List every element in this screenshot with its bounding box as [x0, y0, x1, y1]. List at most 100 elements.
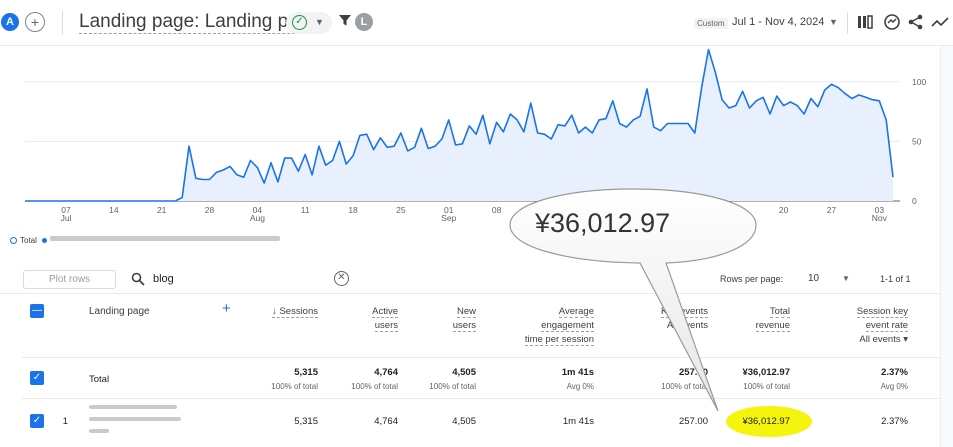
total-avg-sub: Avg 0%	[566, 382, 594, 391]
account-avatar[interactable]: A	[1, 13, 19, 31]
rows-per-page-label: Rows per page:	[720, 274, 784, 284]
total-revenue-header[interactable]: Total revenue	[730, 305, 790, 333]
revenue-label-2: revenue	[755, 320, 790, 332]
x-tick-label: 21	[157, 205, 167, 215]
x-tick-label: 11	[301, 205, 310, 215]
y-tick-label: 0	[912, 196, 917, 206]
row-checkbox[interactable]: ✓	[30, 414, 44, 428]
total-revenue: ¥36,012.97	[742, 367, 790, 378]
y-tick-label: 100	[912, 77, 926, 87]
x-tick-label: 14	[109, 205, 119, 215]
page-title[interactable]: Landing page: Landing page	[79, 11, 320, 34]
x-tick-sublabel: Sep	[441, 213, 456, 223]
revenue-label-1: Total	[769, 306, 790, 318]
landing-page-header[interactable]: Landing page	[89, 305, 150, 319]
row-new: 4,505	[452, 416, 476, 427]
total-skr-sub: Avg 0%	[880, 382, 908, 391]
skr-label-2: event rate	[865, 320, 908, 332]
total-label: Total	[89, 374, 110, 385]
sessions-header[interactable]: ↓ Sessions	[246, 305, 318, 319]
redacted-text[interactable]	[89, 405, 177, 409]
custom-badge: Custom	[694, 18, 728, 29]
skr-filter[interactable]: All events ▾	[859, 334, 908, 345]
avg-label-3: time per session	[524, 334, 594, 346]
redacted-text	[49, 236, 280, 241]
new-users-label-1: New	[456, 306, 476, 318]
divider	[847, 12, 848, 34]
divider	[22, 357, 940, 358]
new-users-header[interactable]: New users	[410, 305, 476, 333]
y-tick-label: 50	[912, 136, 922, 146]
redacted-text[interactable]	[89, 429, 109, 433]
chevron-down-icon: ▼	[315, 17, 324, 27]
chart-legend: Total	[10, 236, 280, 245]
plot-rows-button[interactable]: Plot rows	[23, 270, 116, 289]
row-skr: 2.37%	[881, 416, 908, 427]
legend-ring-icon	[10, 237, 17, 244]
trend-icon[interactable]	[931, 13, 949, 31]
avg-engagement-header[interactable]: Average engagement time per session	[500, 305, 594, 347]
total-active: 4,764	[374, 367, 398, 378]
avg-label-2: engagement	[541, 320, 594, 332]
x-tick-sublabel: Jul	[61, 213, 72, 223]
row-key: 257.00	[678, 416, 708, 427]
sessions-header-label: ↓ Sessions	[272, 306, 318, 318]
legend-total: Total	[20, 236, 37, 245]
search-input[interactable]: blog	[153, 273, 174, 285]
search-icon[interactable]	[131, 272, 145, 286]
date-range[interactable]: Jul 1 - Nov 4, 2024	[732, 16, 824, 28]
chevron-down-icon[interactable]: ▼	[842, 274, 850, 283]
row-avg: 1m 41s	[562, 416, 594, 427]
add-dimension-button[interactable]: +	[222, 301, 231, 316]
x-tick-label: 18	[348, 205, 358, 215]
total-active-sub: 100% of total	[351, 382, 398, 391]
legend-dot-icon	[41, 238, 47, 243]
x-tick-sublabel: Aug	[250, 213, 265, 223]
insights-icon[interactable]	[883, 13, 901, 31]
active-users-label-2: users	[374, 320, 398, 332]
session-key-rate-header[interactable]: Session key event rate All events ▾	[820, 305, 908, 347]
new-users-label-2: users	[452, 320, 476, 332]
x-tick-label: 20	[779, 205, 789, 215]
x-tick-label: 08	[492, 205, 502, 215]
series-area	[25, 49, 893, 201]
avg-label-1: Average	[558, 306, 594, 318]
chevron-down-icon[interactable]: ▼	[829, 17, 838, 27]
total-sessions-sub: 100% of total	[271, 382, 318, 391]
active-users-label-1: Active	[372, 306, 398, 318]
clear-search-icon[interactable]: ✕	[334, 271, 349, 286]
x-tick-label: 27	[827, 205, 837, 215]
rows-per-page-select[interactable]: 10	[808, 273, 819, 284]
total-new: 4,505	[452, 367, 476, 378]
x-tick-label: 25	[396, 205, 406, 215]
row-index: 1	[62, 416, 68, 427]
user-avatar[interactable]: L	[355, 13, 373, 31]
add-comparison-button[interactable]: +	[25, 12, 45, 32]
redacted-text[interactable]	[89, 417, 181, 421]
table-controls: Plot rows blog ✕ Rows per page: 10 ▼ 1-1…	[0, 264, 940, 294]
status-pill[interactable]: ✓ ▼	[286, 12, 332, 34]
pagination-text: 1-1 of 1	[880, 274, 911, 284]
report-header: A + Landing page: Landing page ✓ ▼ L Cus…	[0, 0, 953, 46]
check-circle-icon: ✓	[292, 15, 307, 30]
total-skr: 2.37%	[881, 367, 908, 378]
x-tick-label: 28	[205, 205, 215, 215]
compare-columns-icon[interactable]	[856, 13, 874, 31]
share-icon[interactable]	[907, 13, 925, 31]
callout-text: ¥36,012.97	[535, 208, 671, 238]
active-users-header[interactable]: Active users	[330, 305, 398, 333]
scrollbar[interactable]	[940, 46, 953, 447]
row-active: 4,764	[374, 416, 398, 427]
divider	[62, 11, 63, 35]
total-new-sub: 100% of total	[429, 382, 476, 391]
total-avg: 1m 41s	[561, 367, 594, 378]
filter-icon[interactable]	[338, 13, 352, 27]
sessions-chart: 05010007Jul14212804Aug11182501Sep0815222…	[25, 48, 926, 223]
skr-label-1: Session key	[856, 306, 908, 318]
select-all-checkbox[interactable]: —	[30, 304, 44, 318]
total-checkbox[interactable]: ✓	[30, 371, 44, 385]
row-revenue: ¥36,012.97	[742, 416, 790, 427]
row-sessions: 5,315	[294, 416, 318, 427]
total-sessions: 5,315	[294, 367, 318, 378]
total-key-sub: 100% of total	[661, 382, 708, 391]
